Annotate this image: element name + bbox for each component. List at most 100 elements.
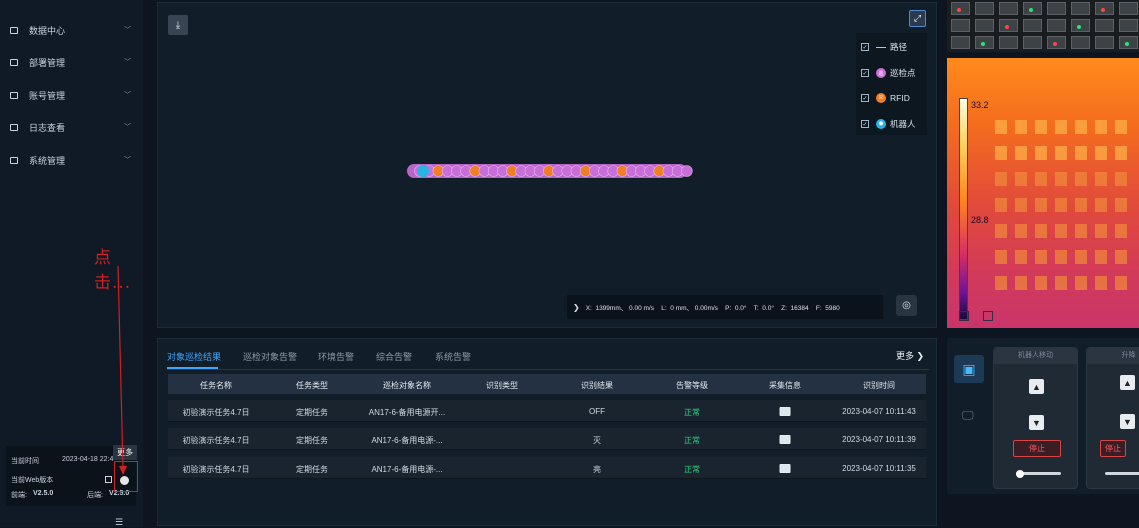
annotation-text: 点击... (94, 248, 132, 293)
sidebar-item-deploy[interactable]: 部署管理 ﹀ (0, 49, 143, 75)
thermal-image (995, 120, 1127, 290)
coordinate-text: X: 1399mm、 0.00 m/s L: 0 mm、 0.00m/s P: … (585, 305, 840, 312)
expand-arrow-icon[interactable]: ❯ (573, 303, 580, 312)
robot-control-tab-icon[interactable]: ▣ (954, 355, 984, 383)
lift-up-button[interactable]: ▲ (1120, 375, 1135, 390)
equipment-panel (1095, 19, 1114, 32)
more-tooltip: 更多 (113, 445, 137, 460)
equipment-panel (999, 2, 1018, 15)
equipment-panel (1047, 19, 1066, 32)
result-cell: 灭 (593, 436, 601, 445)
collapse-menu-icon[interactable]: ☰ (115, 517, 123, 528)
thermal-hotspot (1035, 198, 1047, 212)
lift-down-button[interactable]: ▼ (1120, 414, 1135, 429)
thermal-hotspot (1075, 172, 1087, 186)
status-led (957, 8, 961, 12)
thermal-hotspot (1035, 120, 1047, 134)
thermal-hotspot (1095, 146, 1107, 160)
alarm-level-cell: 正常 (684, 436, 700, 445)
move-forward-button[interactable]: ▲ (1029, 379, 1044, 394)
move-speed-knob[interactable] (1016, 470, 1024, 478)
sidebar-item-data-center[interactable]: 数据中心 ﹀ (0, 17, 143, 43)
download-icon[interactable]: ⤓ (168, 15, 188, 35)
thermal-camera-view: 33.2 28.8 (947, 58, 1139, 328)
equipment-panel (1095, 36, 1114, 49)
thermal-toggle-icon[interactable] (983, 311, 993, 321)
robot-marker[interactable] (417, 165, 429, 177)
checkbox-icon[interactable]: ✓ (861, 94, 869, 102)
column-header: 告警等级 (676, 381, 708, 390)
table-row[interactable]: 初验演示任务4.7日 定期任务 AN17-6-备用电源-... 亮 正常 202… (168, 457, 926, 479)
robot-control-panel: ▣ 🖵 机器人移动 ▲ ▼ 停止 升降 ▲ ▼ 停止 (947, 338, 1139, 494)
move-backward-button[interactable]: ▼ (1029, 415, 1044, 430)
inspection-results-panel: 对象巡检结果 巡检对象告警 环境告警 综合告警 系统告警 更多 ❯ 任务名称 任… (157, 338, 937, 526)
thermal-hotspot (995, 250, 1007, 264)
more-link[interactable]: 更多 ❯ (896, 349, 924, 362)
thermal-hotspot (1015, 198, 1027, 212)
frontend-version: V2.5.0 (33, 490, 54, 497)
object-name-cell: AN17-6-备用电源-... (371, 465, 443, 474)
legend-path[interactable]: ✓ 路径 (861, 40, 907, 54)
legend-label: 机器人 (890, 119, 916, 129)
checkbox-icon[interactable]: ✓ (861, 43, 869, 51)
sidebar-item-label: 账号管理 (29, 90, 66, 101)
checkbox-icon[interactable]: ✓ (861, 120, 869, 128)
robot-icon: ⬢ (876, 119, 886, 129)
column-header: 任务名称 (200, 381, 232, 390)
image-icon[interactable] (779, 435, 791, 444)
equipment-panel (1071, 36, 1090, 49)
tab-object-results[interactable]: 对象巡检结果 (167, 350, 221, 363)
table-row[interactable]: 初验演示任务4.7日 定期任务 AN17-6-备用电源-... 灭 正常 202… (168, 428, 926, 450)
visible-camera-view (947, 0, 1139, 52)
tab-object-alarms[interactable]: 巡检对象告警 (243, 350, 297, 363)
thermal-hotspot (1055, 250, 1067, 264)
tab-environment-alarms[interactable]: 环境告警 (318, 350, 354, 363)
stop-move-button[interactable]: 停止 (1013, 440, 1061, 457)
locate-robot-icon[interactable]: ◎ (896, 295, 917, 316)
task-type-cell: 定期任务 (296, 436, 328, 445)
object-name-cell: AN17-6-备用电源开... (368, 408, 446, 417)
thermal-hotspot (1015, 276, 1027, 290)
image-icon[interactable] (779, 407, 791, 416)
coordinate-readout: ❯ X: 1399mm、 0.00 m/s L: 0 mm、 0.00m/s P:… (567, 295, 883, 319)
frontend-label: 前端: (11, 492, 27, 499)
thermal-hotspot (1055, 276, 1067, 290)
task-type-cell: 定期任务 (296, 465, 328, 474)
tab-comprehensive-alarms[interactable]: 综合告警 (376, 350, 412, 363)
sidebar-item-system[interactable]: 系统管理 ﹀ (0, 147, 143, 173)
thermal-hotspot (1055, 224, 1067, 238)
inspection-point-marker[interactable] (680, 165, 693, 177)
checkbox-icon[interactable]: ✓ (861, 69, 869, 77)
thermal-hotspot (995, 120, 1007, 134)
thermal-hotspot (1055, 172, 1067, 186)
robot-move-title: 机器人移动 (994, 348, 1077, 364)
copy-icon[interactable] (105, 476, 112, 483)
sidebar-item-account[interactable]: 账号管理 ﹀ (0, 82, 143, 108)
legend-inspection-point[interactable]: ✓ 巡 巡检点 (861, 66, 916, 80)
sidebar-item-label: 系统管理 (29, 155, 66, 166)
status-led (1053, 42, 1057, 46)
monitor-tab-icon[interactable]: 🖵 (962, 408, 974, 423)
legend-rfid[interactable]: ✓ R RFID (861, 91, 910, 105)
tab-system-alarms[interactable]: 系统告警 (435, 350, 471, 363)
equipment-panel (1047, 2, 1066, 15)
fullscreen-icon[interactable]: ⤢ (909, 10, 926, 27)
thermal-hotspot (1115, 250, 1127, 264)
sidebar-item-log[interactable]: 日志查看 ﹀ (0, 114, 143, 140)
column-header: 识别结果 (581, 381, 613, 390)
equipment-panel (999, 36, 1018, 49)
legend-robot[interactable]: ✓ ⬢ 机器人 (861, 117, 916, 131)
status-led (1077, 25, 1081, 29)
sidebar-item-label: 部署管理 (29, 57, 66, 68)
image-icon[interactable] (779, 464, 791, 473)
thermal-hotspot (1095, 172, 1107, 186)
table-row[interactable]: 初验演示任务4.7日 定期任务 AN17-6-备用电源开... OFF 正常 2… (168, 400, 926, 422)
inspection-point-icon: 巡 (876, 68, 886, 78)
thermal-hotspot (1075, 146, 1087, 160)
route-map-panel: ⤓ ⤢ ✓ 路径 ✓ 巡 巡检点 ✓ R RFID ✓ ⬢ 机器人 ❯ X: 13… (157, 2, 937, 328)
thermal-hotspot (1035, 172, 1047, 186)
lift-card: 升降 ▲ ▼ 停止 (1086, 347, 1139, 489)
lift-speed-slider[interactable] (1105, 472, 1139, 475)
stop-lift-button[interactable]: 停止 (1100, 440, 1126, 457)
thermal-toggle-icon[interactable] (959, 311, 969, 321)
